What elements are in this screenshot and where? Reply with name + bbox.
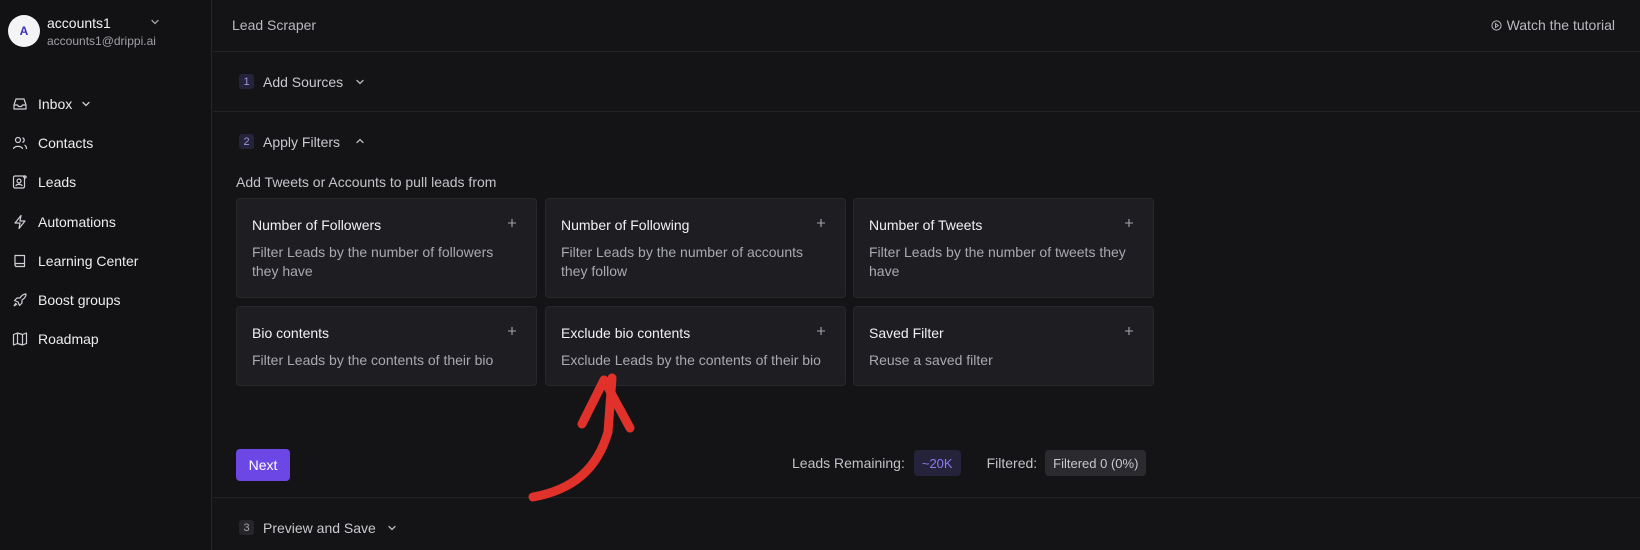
main-content: Lead Scraper Watch the tutorial 1 Add So… (213, 0, 1640, 550)
filters-description: Add Tweets or Accounts to pull leads fro… (236, 174, 497, 190)
plus-icon[interactable] (1124, 218, 1134, 228)
step-preview-and-save[interactable]: 3 Preview and Save (213, 520, 1640, 536)
step-label: Add Sources (263, 74, 344, 90)
filter-card-bio-contents[interactable]: Bio contents Filter Leads by the content… (236, 306, 537, 386)
user-plus-icon (12, 175, 27, 189)
rocket-icon (13, 293, 27, 307)
sidebar-item-boost-groups[interactable]: Boost groups (6, 280, 206, 319)
sidebar-item-automations[interactable]: Automations (6, 202, 206, 241)
play-circle-icon (1490, 19, 1502, 31)
chevron-down-icon (82, 101, 90, 107)
tutorial-label: Watch the tutorial (1506, 17, 1615, 33)
filtered-badge: Filtered 0 (0%) (1045, 450, 1147, 476)
chevron-down-icon (388, 525, 396, 531)
sidebar-item-label: Contacts (38, 134, 94, 151)
users-icon (12, 136, 28, 150)
step-add-sources[interactable]: 1 Add Sources (213, 74, 1640, 90)
step-label: Preview and Save (263, 520, 376, 536)
filter-card-following[interactable]: Number of Following Filter Leads by the … (545, 198, 846, 298)
card-description: Filter Leads by the number of tweets the… (869, 244, 1126, 279)
plus-icon[interactable] (507, 218, 517, 228)
chevron-up-icon (356, 138, 364, 144)
sidebar-item-label: Learning Center (38, 252, 139, 269)
step-apply-filters[interactable]: 2 Apply Filters (213, 134, 1640, 150)
sidebar-item-inbox[interactable]: Inbox (6, 84, 206, 123)
filter-card-exclude-bio-contents[interactable]: Exclude bio contents Exclude Leads by th… (545, 306, 846, 386)
sidebar-nav: Inbox Contacts Leads Automations Learnin… (6, 84, 206, 359)
inbox-icon (13, 98, 27, 110)
page-title: Lead Scraper (232, 17, 317, 33)
card-description: Filter Leads by the number of followers … (252, 244, 494, 279)
sidebar-item-contacts[interactable]: Contacts (6, 123, 206, 162)
sidebar: A accounts1 accounts1@drippi.ai Inbox Co… (0, 0, 212, 550)
sidebar-item-roadmap[interactable]: Roadmap (6, 320, 206, 359)
sidebar-item-label: Inbox (38, 95, 73, 112)
step-number: 2 (239, 134, 254, 149)
top-bar: Lead Scraper Watch the tutorial (213, 0, 1640, 52)
card-title: Number of Followers (252, 217, 382, 233)
sidebar-item-label: Roadmap (38, 331, 99, 348)
plus-icon[interactable] (507, 326, 517, 336)
card-title: Saved Filter (869, 325, 944, 341)
account-switcher[interactable]: A accounts1 accounts1@drippi.ai (8, 14, 204, 50)
sidebar-item-leads[interactable]: Leads (6, 163, 206, 202)
divider (213, 111, 1640, 112)
step-number: 3 (239, 520, 254, 535)
step-label: Apply Filters (263, 134, 341, 150)
leads-stats: Leads Remaining: ~20K Filtered: Filtered… (792, 450, 1147, 476)
sidebar-item-label: Automations (38, 213, 116, 230)
watch-tutorial-link[interactable]: Watch the tutorial (1490, 17, 1615, 33)
plus-icon[interactable] (816, 326, 826, 336)
leads-remaining-label: Leads Remaining: (792, 455, 905, 471)
account-email: accounts1@drippi.ai (47, 34, 156, 48)
divider (213, 497, 1640, 498)
chevron-down-icon (151, 19, 159, 25)
leads-remaining-badge: ~20K (913, 450, 961, 476)
plus-icon[interactable] (816, 218, 826, 228)
lightning-icon (14, 214, 26, 229)
next-button[interactable]: Next (236, 449, 290, 481)
sidebar-item-label: Boost groups (38, 292, 121, 309)
filter-card-saved-filter[interactable]: Saved Filter Reuse a saved filter (853, 306, 1154, 386)
filter-card-followers[interactable]: Number of Followers Filter Leads by the … (236, 198, 537, 298)
book-icon (14, 254, 26, 267)
filter-card-tweets[interactable]: Number of Tweets Filter Leads by the num… (853, 198, 1154, 298)
chevron-down-icon (356, 79, 364, 85)
filtered-label: Filtered: (986, 455, 1038, 471)
card-title: Number of Following (561, 217, 690, 233)
sidebar-item-label: Leads (38, 174, 77, 191)
plus-icon[interactable] (1124, 326, 1134, 336)
card-description: Filter Leads by the number of accounts t… (561, 244, 804, 279)
card-description: Filter Leads by the contents of their bi… (252, 352, 494, 368)
account-name: accounts1 (47, 15, 111, 31)
card-title: Bio contents (252, 325, 330, 341)
card-title: Exclude bio contents (561, 325, 691, 341)
step-number: 1 (239, 74, 254, 89)
map-icon (12, 332, 28, 347)
sidebar-item-learning-center[interactable]: Learning Center (6, 241, 206, 280)
avatar: A (8, 15, 40, 47)
card-description: Exclude Leads by the contents of their b… (561, 352, 821, 368)
card-description: Reuse a saved filter (869, 352, 993, 368)
card-title: Number of Tweets (869, 217, 983, 233)
